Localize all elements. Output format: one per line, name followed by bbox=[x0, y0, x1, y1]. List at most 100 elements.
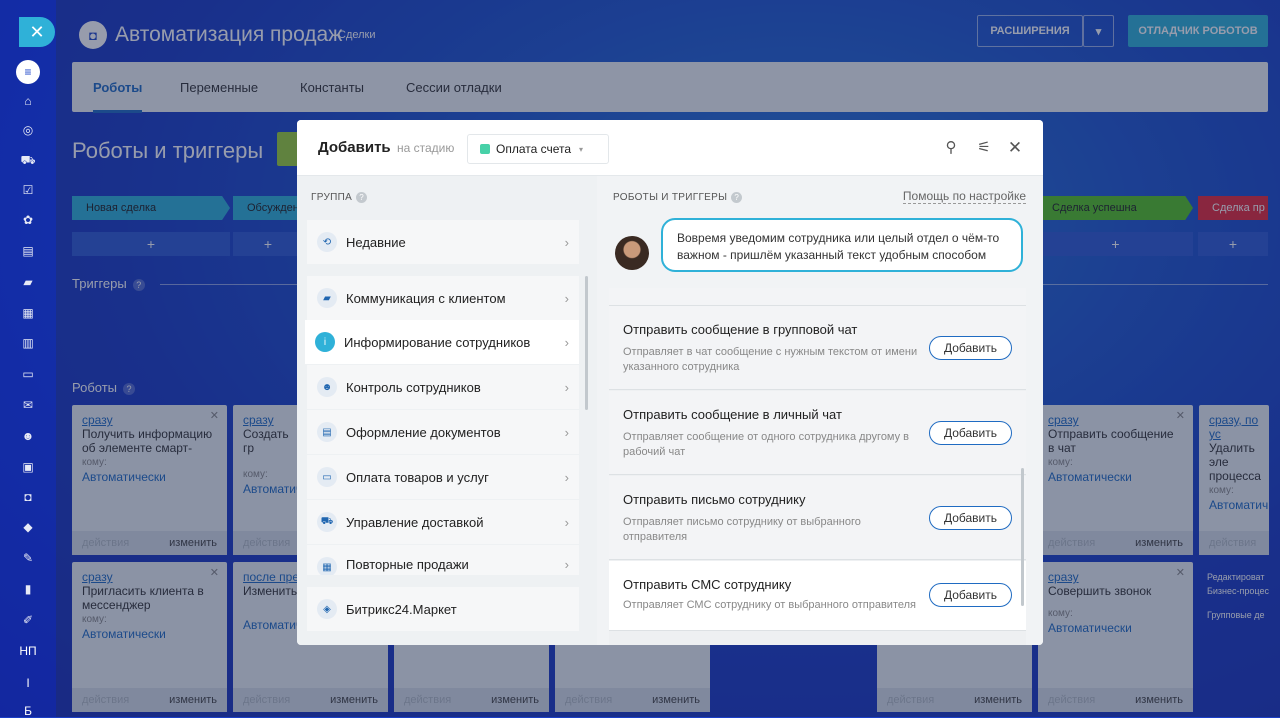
group-label: Оплата товаров и услуг bbox=[346, 469, 489, 485]
robot-title: Отправить сообщение в групповой чат bbox=[623, 322, 858, 337]
truck-icon: ⛟ bbox=[317, 512, 337, 532]
chat-icon: ▰ bbox=[317, 288, 337, 308]
robot-description: Отправляет письмо сотруднику от выбранно… bbox=[623, 516, 861, 543]
add-robot-dialog: Добавить на стадию Оплата счета ▾ ⚲ ⚟ ✕ … bbox=[297, 120, 1043, 645]
filter-icon[interactable]: ≡ bbox=[16, 60, 40, 84]
chevron-right-icon: › bbox=[564, 514, 569, 530]
info-icon: i bbox=[315, 332, 335, 352]
document-icon[interactable]: ▤ bbox=[20, 244, 36, 258]
group-label: Недавние bbox=[346, 234, 406, 250]
robots-header: РОБОТЫ И ТРИГГЕРЫ? bbox=[613, 192, 743, 204]
robot-description: Отправляет сообщение от одного сотрудник… bbox=[623, 431, 910, 458]
checkbox-icon[interactable]: ☑ bbox=[20, 183, 36, 197]
market-icon: ◈ bbox=[317, 599, 337, 619]
robots-header-label: РОБОТЫ И ТРИГГЕРЫ bbox=[613, 192, 728, 204]
robots-panel: РОБОТЫ И ТРИГГЕРЫ? Помощь по настройке В… bbox=[597, 176, 1043, 645]
help-icon[interactable]: ? bbox=[731, 192, 743, 203]
robot-item[interactable]: Отправить СМС сотруднику Отправляет СМС … bbox=[609, 561, 1026, 631]
robot-description: Отправляет СМС сотруднику от выбранного … bbox=[623, 599, 916, 611]
group-item-documents[interactable]: ▤ Оформление документов › bbox=[307, 410, 579, 454]
sign-icon[interactable]: ✎ bbox=[20, 551, 36, 565]
list-top bbox=[609, 288, 1026, 306]
chevron-right-icon: › bbox=[564, 424, 569, 440]
calendar-icon[interactable]: ▦ bbox=[20, 306, 36, 320]
settings-sliders-icon[interactable]: ⚟ bbox=[974, 138, 994, 158]
search-icon[interactable]: ⚲ bbox=[941, 138, 961, 158]
mail-icon[interactable]: ✉ bbox=[20, 398, 36, 412]
group-item-control[interactable]: ☻ Контроль сотрудников › bbox=[307, 365, 579, 409]
group-label: Оформление документов bbox=[346, 424, 501, 440]
chevron-right-icon: › bbox=[564, 234, 569, 250]
group-item-payment[interactable]: ▭ Оплата товаров и услуг › bbox=[307, 455, 579, 499]
group-label: Управление доставкой bbox=[346, 514, 484, 530]
target-icon[interactable]: ◎ bbox=[20, 123, 36, 137]
group-label: Контроль сотрудников bbox=[346, 379, 481, 395]
group-item-recent[interactable]: ⟲ Недавние › bbox=[307, 220, 579, 264]
group-item-market[interactable]: ◈ Битрикс24.Маркет bbox=[307, 587, 579, 631]
group-item-inform-employees[interactable]: i Информирование сотрудников › bbox=[305, 320, 579, 364]
robot-description: Отправляет в чат сообщение с нужным текс… bbox=[623, 346, 918, 373]
cart-icon[interactable]: ⛟ bbox=[20, 153, 36, 167]
robot-item[interactable]: Отправить сообщение в групповой чат Отпр… bbox=[609, 306, 1026, 390]
group-label: Битрикс24.Маркет bbox=[346, 601, 457, 617]
groups-header: ГРУППА? bbox=[311, 192, 368, 204]
history-icon: ⟲ bbox=[317, 232, 337, 252]
chevron-right-icon: › bbox=[564, 290, 569, 306]
sidebar-i[interactable]: I bbox=[0, 676, 56, 690]
document-icon: ▤ bbox=[317, 422, 337, 442]
chart-icon[interactable]: ▮ bbox=[20, 582, 36, 596]
add-robot-button[interactable]: Добавить bbox=[929, 421, 1012, 445]
chevron-right-icon: › bbox=[564, 557, 569, 572]
assistant-avatar bbox=[615, 236, 649, 270]
users-icon: ☻ bbox=[317, 377, 337, 397]
wallet-icon: ▭ bbox=[317, 467, 337, 487]
edit-list-icon[interactable]: ✐ bbox=[20, 613, 36, 627]
robot-item[interactable]: Отправить письмо сотруднику Отправляет п… bbox=[609, 476, 1026, 560]
chevron-down-icon: ▾ bbox=[579, 144, 584, 154]
box-icon[interactable]: ◆ bbox=[20, 520, 36, 534]
drive-icon[interactable]: ▭ bbox=[20, 367, 36, 381]
stage-select-value: Оплата счета bbox=[496, 142, 572, 156]
dialog-stage-label: на стадию bbox=[397, 141, 455, 155]
group-label: Информирование сотрудников bbox=[344, 334, 531, 350]
group-label: Коммуникация с клиентом bbox=[346, 290, 506, 306]
stage-select[interactable]: Оплата счета ▾ bbox=[467, 134, 609, 164]
dialog-header: Добавить на стадию Оплата счета ▾ ⚲ ⚟ ✕ bbox=[297, 120, 1043, 176]
register-icon: ▦ bbox=[317, 557, 337, 575]
contact-card-icon[interactable]: ▣ bbox=[20, 460, 36, 474]
add-robot-button[interactable]: Добавить bbox=[929, 506, 1012, 530]
gear-icon[interactable]: ✿ bbox=[20, 213, 36, 227]
chevron-right-icon: › bbox=[564, 469, 569, 485]
close-icon[interactable]: ✕ bbox=[19, 17, 55, 47]
groups-scrollbar[interactable] bbox=[585, 276, 588, 410]
add-robot-button[interactable]: Добавить bbox=[929, 583, 1012, 607]
robot-icon[interactable]: ◘ bbox=[20, 490, 36, 504]
groups-header-label: ГРУППА bbox=[311, 192, 353, 204]
assistant-hint-bubble: Вовремя уведомим сотрудника или целый от… bbox=[661, 218, 1023, 272]
file-icon[interactable]: ▥ bbox=[20, 336, 36, 350]
chat-icon[interactable]: ▰ bbox=[20, 275, 36, 289]
home-icon[interactable]: ⌂ bbox=[20, 94, 36, 108]
add-robot-button[interactable]: Добавить bbox=[929, 336, 1012, 360]
robot-item[interactable]: Отправить сообщение в личный чат Отправл… bbox=[609, 391, 1026, 475]
close-icon[interactable]: ✕ bbox=[1005, 138, 1025, 158]
help-icon[interactable]: ? bbox=[356, 192, 368, 203]
group-item-communication[interactable]: ▰ Коммуникация с клиентом › bbox=[307, 276, 579, 320]
dialog-title: Добавить bbox=[318, 139, 391, 156]
group-item-repeat-sales[interactable]: ▦ Повторные продажи › bbox=[307, 545, 579, 575]
sidebar-b[interactable]: Б bbox=[0, 704, 56, 718]
chevron-right-icon: › bbox=[564, 379, 569, 395]
robots-list: Отправить сообщение в групповой чат Отпр… bbox=[609, 288, 1026, 645]
groups-panel: ГРУППА? ⟲ Недавние › ▰ Коммуникация с клиен… bbox=[297, 176, 597, 645]
chevron-right-icon: › bbox=[564, 334, 569, 350]
stage-color-dot bbox=[480, 144, 490, 154]
robot-title: Отправить сообщение в личный чат bbox=[623, 407, 842, 422]
setup-help-link[interactable]: Помощь по настройке bbox=[902, 189, 1026, 204]
group-label: Повторные продажи bbox=[346, 557, 469, 572]
sidebar-np[interactable]: НП bbox=[0, 644, 56, 658]
robots-scrollbar[interactable] bbox=[1021, 468, 1024, 606]
group-item-delivery[interactable]: ⛟ Управление доставкой › bbox=[307, 500, 579, 544]
robot-title: Отправить письмо сотруднику bbox=[623, 492, 806, 507]
users-icon[interactable]: ☻ bbox=[20, 429, 36, 443]
left-sidebar: ✕ ≡ ⌂ ◎ ⛟ ☑ ✿ ▤ ▰ ▦ ▥ ▭ ✉ ☻ ▣ ◘ ◆ ✎ ▮ ✐ … bbox=[0, 0, 56, 718]
